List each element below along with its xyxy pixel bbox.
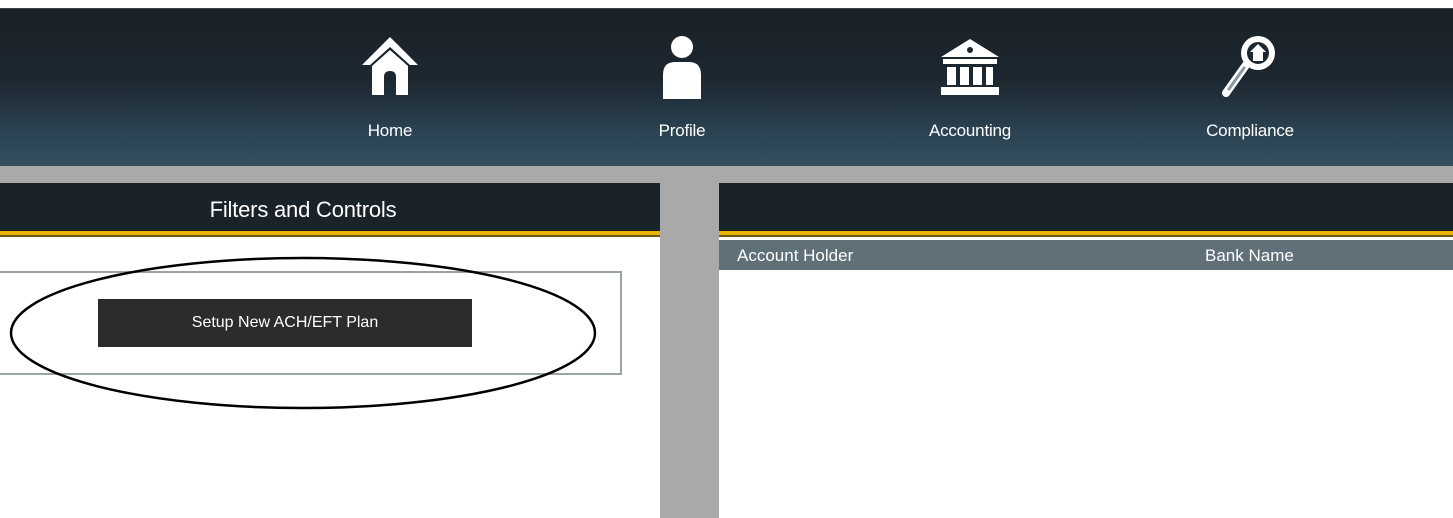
nav-accounting[interactable]: Accounting — [900, 9, 1040, 167]
column-header-bank-name[interactable]: Bank Name — [1205, 246, 1294, 266]
nav-compliance-label: Compliance — [1206, 121, 1294, 140]
home-icon — [360, 35, 420, 102]
bank-icon — [937, 37, 1003, 102]
results-header-accent-shadow — [719, 235, 1453, 237]
nav-home[interactable]: Home — [330, 9, 450, 167]
magnifier-icon — [1220, 31, 1280, 106]
filters-header-accent-shadow — [0, 235, 660, 237]
grid-header-row: Account Holder Bank Name — [719, 240, 1453, 270]
nav-home-label: Home — [367, 121, 413, 140]
filters-panel-header: Filters and Controls — [0, 183, 660, 234]
nav-accounting-label: Accounting — [928, 121, 1012, 140]
setup-new-ach-eft-plan-button[interactable]: Setup New ACH/EFT Plan — [98, 299, 472, 347]
top-strip — [0, 0, 1453, 8]
results-panel-header — [719, 183, 1453, 234]
filters-panel-title: Filters and Controls — [209, 197, 397, 222]
person-icon — [659, 35, 705, 106]
nav-profile-label: Profile — [658, 121, 706, 140]
nav-compliance[interactable]: Compliance — [1180, 9, 1320, 167]
panel-splitter[interactable] — [660, 183, 719, 518]
nav-profile[interactable]: Profile — [622, 9, 742, 167]
top-navigation-bar: Home Profile Accounting Compliance — [0, 8, 1453, 167]
column-header-account-holder[interactable]: Account Holder — [737, 246, 853, 266]
content-top-band — [0, 166, 1453, 183]
